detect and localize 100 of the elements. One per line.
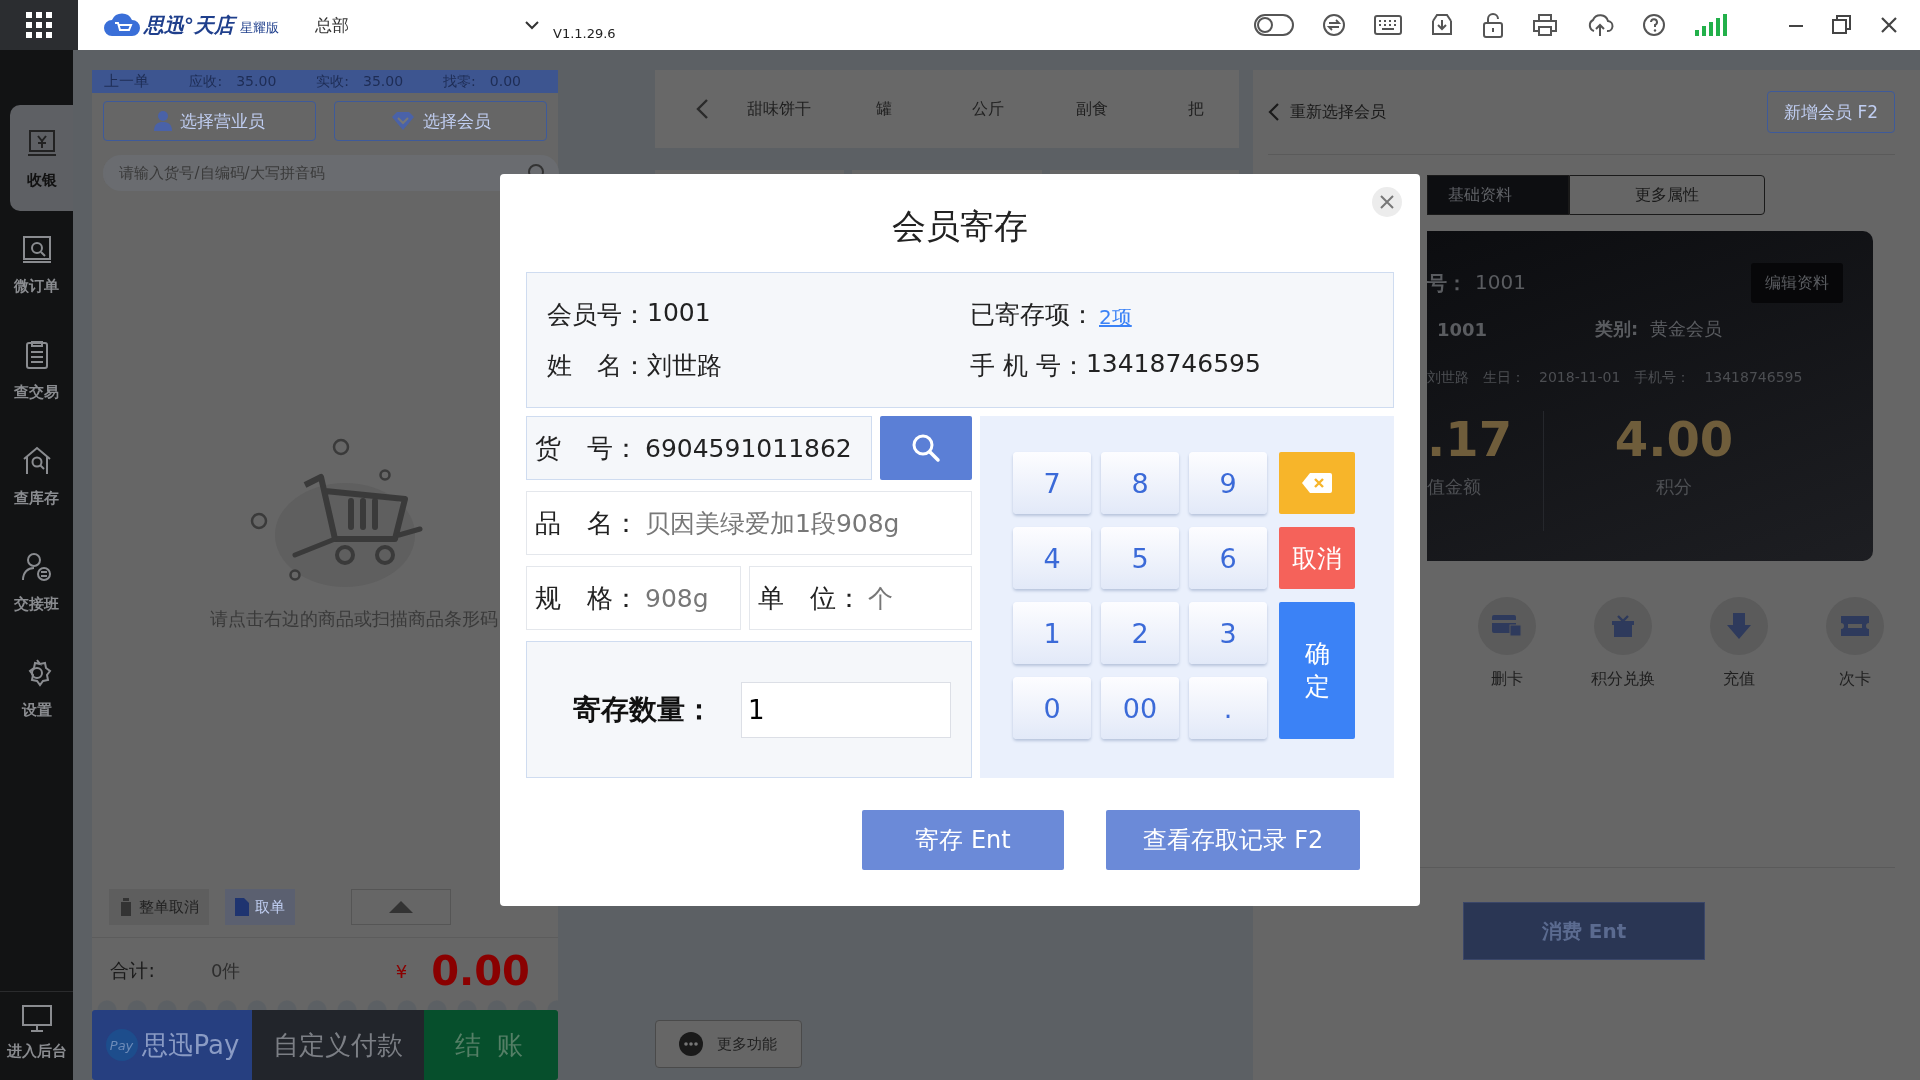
sidebar-item[interactable]: 收银 bbox=[10, 105, 74, 211]
version-label: V1.1.29.6 bbox=[553, 25, 616, 41]
select-staff-button[interactable]: 选择营业员 bbox=[103, 101, 317, 141]
summary-label: 应收: bbox=[189, 72, 223, 91]
cancel-order-button[interactable]: 整单取消 bbox=[109, 889, 210, 925]
view-records-button[interactable]: 查看存取记录 F2 bbox=[1106, 810, 1360, 870]
back-icon bbox=[1268, 102, 1280, 122]
backend-button[interactable]: 进入后台 bbox=[0, 991, 74, 1072]
tab[interactable]: 基础资料 bbox=[1427, 175, 1569, 215]
document-icon bbox=[235, 898, 250, 916]
keypad-key[interactable]: 00 bbox=[1101, 677, 1179, 739]
ticket-icon bbox=[1841, 616, 1869, 636]
info-label: 手 机 号： bbox=[970, 350, 1086, 382]
keypad-key[interactable]: 6 bbox=[1189, 527, 1267, 589]
summary-value: 35.00 bbox=[236, 72, 277, 91]
reselect-member-link[interactable]: 重新选择会员 bbox=[1268, 101, 1386, 123]
delete-card-button[interactable]: 删卡 bbox=[1467, 597, 1547, 690]
consume-button[interactable]: 消费 Ent bbox=[1463, 902, 1705, 960]
keyboard-icon[interactable] bbox=[1374, 15, 1402, 35]
total-amount: 0.00 bbox=[431, 948, 530, 994]
category-label: 类别: bbox=[1595, 317, 1639, 341]
stored-items-link[interactable]: 2项 bbox=[1099, 304, 1132, 331]
close-icon[interactable] bbox=[1880, 16, 1898, 34]
up-triangle-icon bbox=[389, 901, 414, 913]
keypad-key[interactable]: 9 bbox=[1189, 452, 1267, 514]
sidebar-item[interactable]: 设置 bbox=[0, 635, 74, 741]
tab[interactable]: 更多属性 bbox=[1569, 175, 1765, 215]
caret-icon[interactable] bbox=[525, 20, 539, 30]
select-member-button[interactable]: 选择会员 bbox=[334, 101, 547, 141]
store-button[interactable]: 寄存 Ent bbox=[862, 810, 1064, 870]
sidebar-item[interactable]: 微订单 bbox=[0, 211, 74, 317]
keypad-key[interactable]: 2 bbox=[1101, 602, 1179, 664]
keypad-key[interactable]: 1 bbox=[1013, 602, 1091, 664]
close-button[interactable] bbox=[1372, 187, 1402, 217]
summary-label: 实收: bbox=[316, 72, 349, 91]
info-value: 1001 bbox=[647, 298, 711, 329]
retrieve-order-button[interactable]: 取单 bbox=[225, 889, 296, 925]
points-label: 积分 bbox=[1656, 475, 1692, 499]
member-category: 黄金会员 bbox=[1650, 317, 1723, 341]
sidebar-item[interactable]: 查库存 bbox=[0, 423, 74, 529]
app-grid-icon[interactable] bbox=[26, 12, 52, 38]
summary-label: 找零: bbox=[443, 72, 476, 91]
info-label: 已寄存项： bbox=[970, 299, 1095, 331]
custom-payment-button[interactable]: 自定义付款 bbox=[252, 1010, 425, 1080]
keypad-key[interactable]: 7 bbox=[1013, 452, 1091, 514]
add-member-button[interactable]: 新增会员 F2 bbox=[1767, 91, 1895, 133]
birthday-label: 生日： bbox=[1483, 369, 1525, 387]
restore-icon[interactable] bbox=[1832, 15, 1852, 35]
unit-field[interactable]: 单 位： 个 bbox=[749, 566, 972, 630]
card-icon bbox=[1492, 615, 1522, 637]
store-selector[interactable]: 总部 bbox=[315, 13, 349, 37]
signal-icon bbox=[1694, 14, 1728, 36]
product-code-field[interactable]: 货 号： 6904591011862 bbox=[526, 416, 872, 480]
close-icon bbox=[1380, 195, 1394, 209]
keypad-key[interactable]: 5 bbox=[1101, 527, 1179, 589]
pay-button[interactable]: Pay 思迅Pay bbox=[92, 1010, 253, 1080]
sidebar-item[interactable]: 交接班 bbox=[0, 529, 74, 635]
sidebar-item[interactable]: 查交易 bbox=[0, 317, 74, 423]
keypad-key[interactable]: . bbox=[1189, 677, 1267, 739]
product-name-field[interactable]: 品 名： 贝因美绿爱加1段908g bbox=[526, 491, 972, 555]
back-icon[interactable] bbox=[694, 98, 709, 120]
dialog-title: 会员寄存 bbox=[891, 205, 1029, 248]
cloud-cart-icon bbox=[104, 12, 140, 38]
toggle-icon[interactable] bbox=[1254, 14, 1294, 36]
edit-profile-button[interactable]: 编辑资料 bbox=[1751, 263, 1843, 303]
cloud-upload-icon[interactable] bbox=[1586, 13, 1614, 37]
keypad-key[interactable]: 3 bbox=[1189, 602, 1267, 664]
quantity-field[interactable]: 1 bbox=[741, 681, 951, 738]
gift-icon bbox=[1611, 614, 1635, 638]
monitor-icon bbox=[20, 1003, 53, 1034]
search-button[interactable] bbox=[880, 416, 972, 480]
points-amount: 4.00 bbox=[1614, 411, 1734, 467]
spec-field[interactable]: 规 格： 908g bbox=[526, 566, 741, 630]
printer-icon[interactable] bbox=[1532, 13, 1558, 37]
recharge-button[interactable]: 充值 bbox=[1699, 597, 1779, 690]
keypad-key[interactable]: 4 bbox=[1013, 527, 1091, 589]
member-name: 刘世路 bbox=[1427, 369, 1469, 387]
checkout-button[interactable]: 结 账 bbox=[424, 1010, 558, 1080]
quantity-label: 寄存数量： bbox=[573, 691, 713, 728]
category-tab[interactable]: 把 bbox=[1164, 98, 1227, 120]
birthday: 2018-11-01 bbox=[1539, 369, 1621, 387]
keypad-key[interactable]: 0 bbox=[1013, 677, 1091, 739]
punch-card-button[interactable]: 次卡 bbox=[1815, 597, 1895, 690]
user-exchange-icon bbox=[20, 550, 53, 583]
more-functions-button[interactable]: 更多功能 bbox=[654, 1020, 802, 1068]
exchange-icon[interactable] bbox=[1322, 13, 1346, 37]
category-tab[interactable]: 罐 bbox=[852, 98, 915, 120]
download-box-icon[interactable] bbox=[1430, 13, 1454, 37]
category-tab[interactable]: 甜味饼干 bbox=[746, 98, 811, 120]
lock-icon[interactable] bbox=[1482, 12, 1504, 38]
category-tab[interactable]: 公斤 bbox=[956, 98, 1019, 120]
category-tab[interactable]: 副食 bbox=[1060, 98, 1123, 120]
summary-value: 35.00 bbox=[363, 72, 404, 91]
keypad-key[interactable]: 8 bbox=[1101, 452, 1179, 514]
person-icon bbox=[154, 111, 173, 131]
cancel-key[interactable]: 取消 bbox=[1279, 527, 1355, 589]
points-exchange-button[interactable]: 积分兑换 bbox=[1583, 597, 1663, 690]
card-number: 1001 bbox=[1437, 318, 1489, 340]
help-icon[interactable] bbox=[1642, 13, 1666, 37]
confirm-key[interactable]: 确定 bbox=[1279, 602, 1355, 739]
